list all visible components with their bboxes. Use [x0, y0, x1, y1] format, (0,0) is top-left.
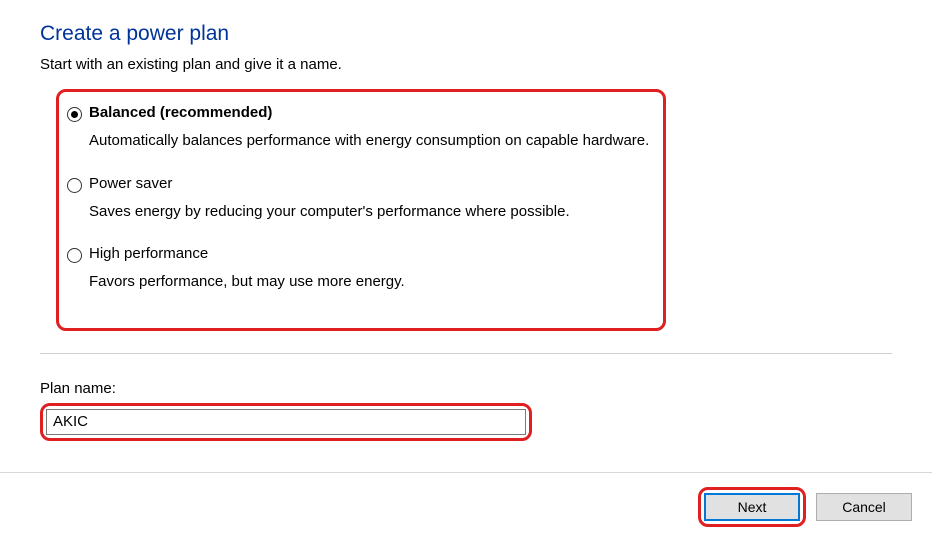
page-subtitle: Start with an existing plan and give it … [40, 56, 892, 73]
option-balanced-desc: Automatically balances performance with … [89, 130, 649, 153]
plan-name-highlight [40, 403, 532, 441]
option-high-performance-desc: Favors performance, but may use more ene… [89, 271, 649, 294]
option-power-saver-label: Power saver [89, 175, 172, 192]
divider [40, 353, 892, 354]
option-power-saver[interactable]: Power saver [67, 175, 649, 197]
plan-name-input[interactable] [46, 409, 526, 435]
radio-icon[interactable] [67, 248, 82, 263]
radio-icon[interactable] [67, 178, 82, 193]
radio-icon[interactable] [67, 107, 82, 122]
option-balanced[interactable]: Balanced (recommended) [67, 104, 649, 126]
cancel-button[interactable]: Cancel [816, 493, 912, 521]
next-button[interactable]: Next [704, 493, 800, 521]
option-high-performance[interactable]: High performance [67, 245, 649, 267]
option-balanced-label: Balanced (recommended) [89, 104, 272, 121]
plan-name-label: Plan name: [40, 380, 892, 397]
plan-options-highlight: Balanced (recommended) Automatically bal… [56, 89, 666, 331]
button-bar: Next Cancel [0, 472, 932, 541]
option-power-saver-desc: Saves energy by reducing your computer's… [89, 201, 649, 224]
page-title: Create a power plan [40, 22, 892, 46]
option-high-performance-label: High performance [89, 245, 208, 262]
next-button-highlight: Next [698, 487, 806, 527]
